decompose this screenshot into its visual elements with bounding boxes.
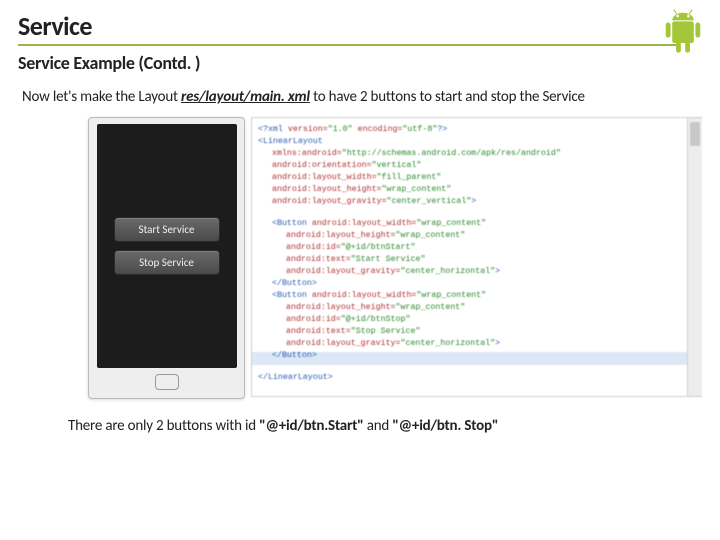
xml-code-panel: <?xml version="1.0" encoding="utf-8"?> <… — [251, 117, 702, 397]
phone-home-button — [155, 374, 179, 390]
phone-mockup: Start Service Stop Service — [88, 117, 245, 399]
btn-start-id: "@+id/btn.Start" — [259, 417, 363, 435]
btn-stop-id: "@+id/btn. Stop" — [392, 417, 498, 435]
android-logo-icon — [656, 6, 710, 66]
layout-path: res/layout/main. xml — [181, 88, 310, 106]
page-title: Service — [18, 10, 702, 42]
title-underline — [18, 44, 678, 46]
start-service-button[interactable]: Start Service — [114, 217, 220, 242]
intro-text: Now let's make the Layout res/layout/mai… — [22, 88, 702, 107]
footer-note: There are only 2 buttons with id "@+id/b… — [68, 417, 702, 435]
phone-screen: Start Service Stop Service — [97, 124, 237, 368]
page-subtitle: Service Example (Contd. ) — [18, 52, 702, 74]
stop-service-button[interactable]: Stop Service — [114, 250, 220, 275]
